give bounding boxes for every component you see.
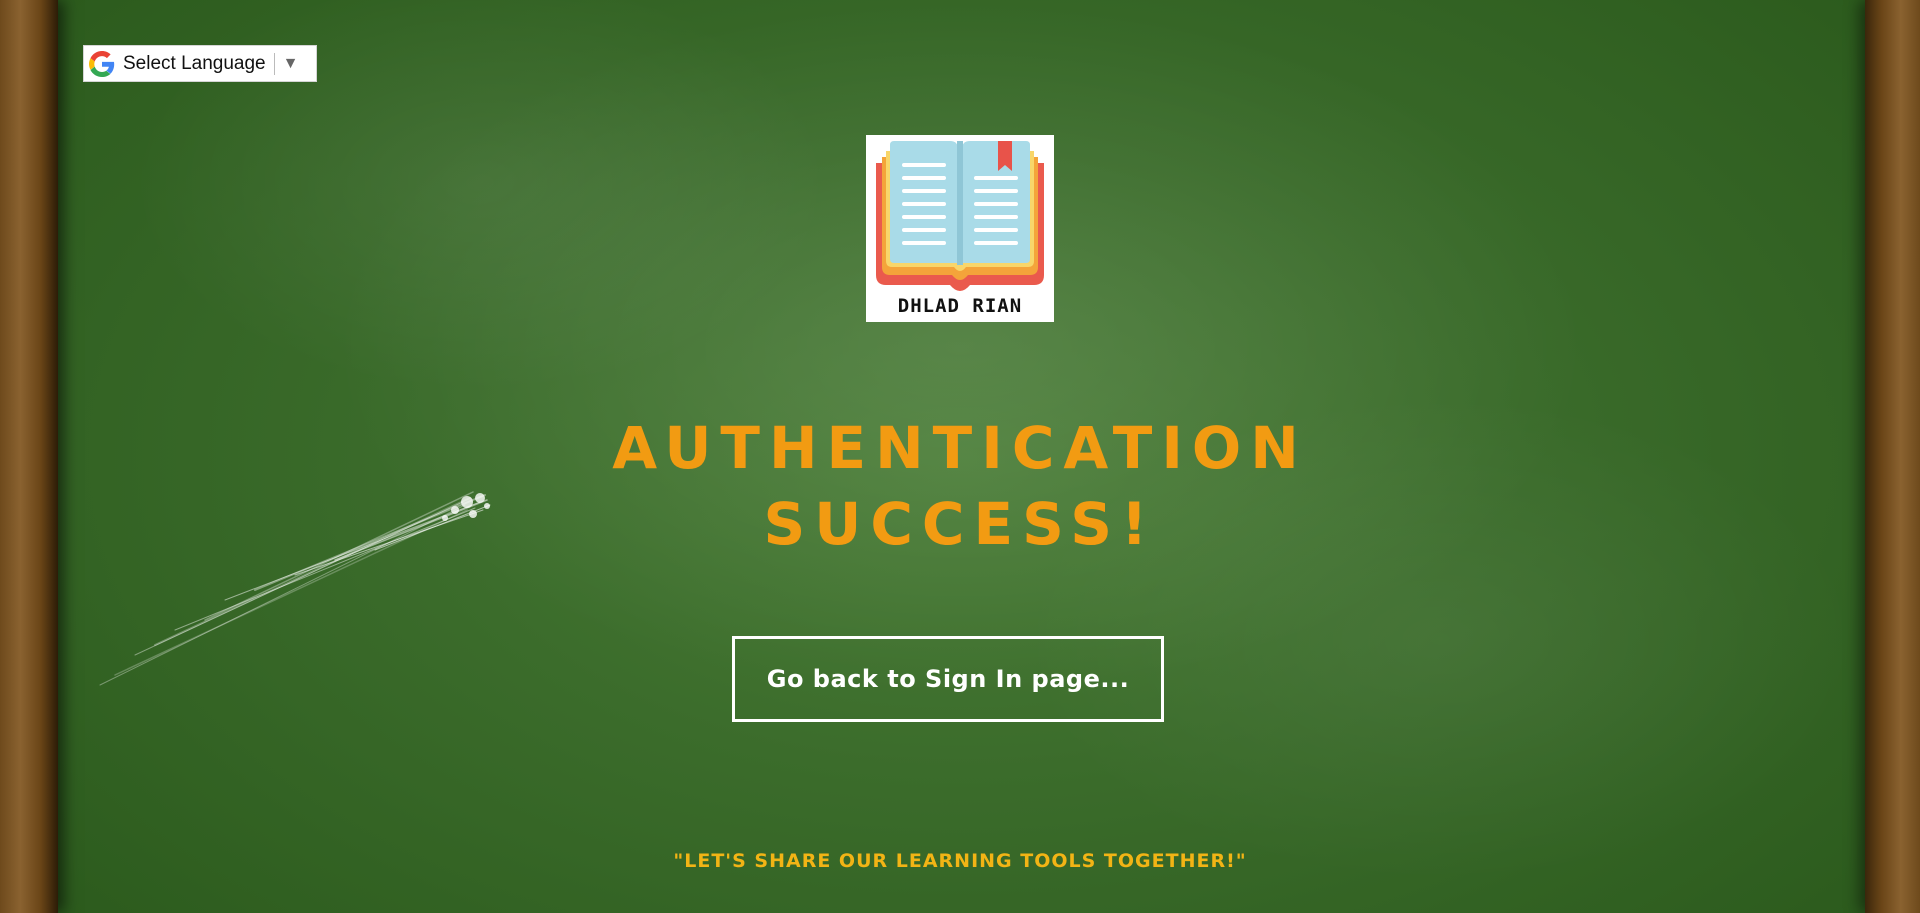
- open-book-icon: [876, 141, 1044, 291]
- dropdown-separator: [273, 52, 275, 75]
- google-g-icon: [89, 50, 117, 78]
- chalk-streak-decoration: [99, 491, 491, 686]
- site-logo: DHLAD RIAN: [866, 135, 1054, 322]
- title-line-1: AUTHENTICATION: [612, 414, 1308, 482]
- tagline: "LET'S SHARE OUR LEARNING TOOLS TOGETHER…: [673, 850, 1247, 872]
- logo-brand-text: DHLAD RIAN: [897, 295, 1023, 317]
- wood-frame-right: [1865, 0, 1920, 913]
- select-language-dropdown[interactable]: Select Language ▼: [83, 45, 317, 82]
- page-title: AUTHENTICATION SUCCESS!: [560, 410, 1360, 562]
- wood-frame-left: [0, 0, 58, 913]
- select-language-label: Select Language: [123, 52, 266, 74]
- chevron-down-icon: ▼: [282, 54, 299, 72]
- title-line-2: SUCCESS!: [763, 490, 1157, 558]
- go-back-signin-button[interactable]: Go back to Sign In page...: [732, 636, 1164, 722]
